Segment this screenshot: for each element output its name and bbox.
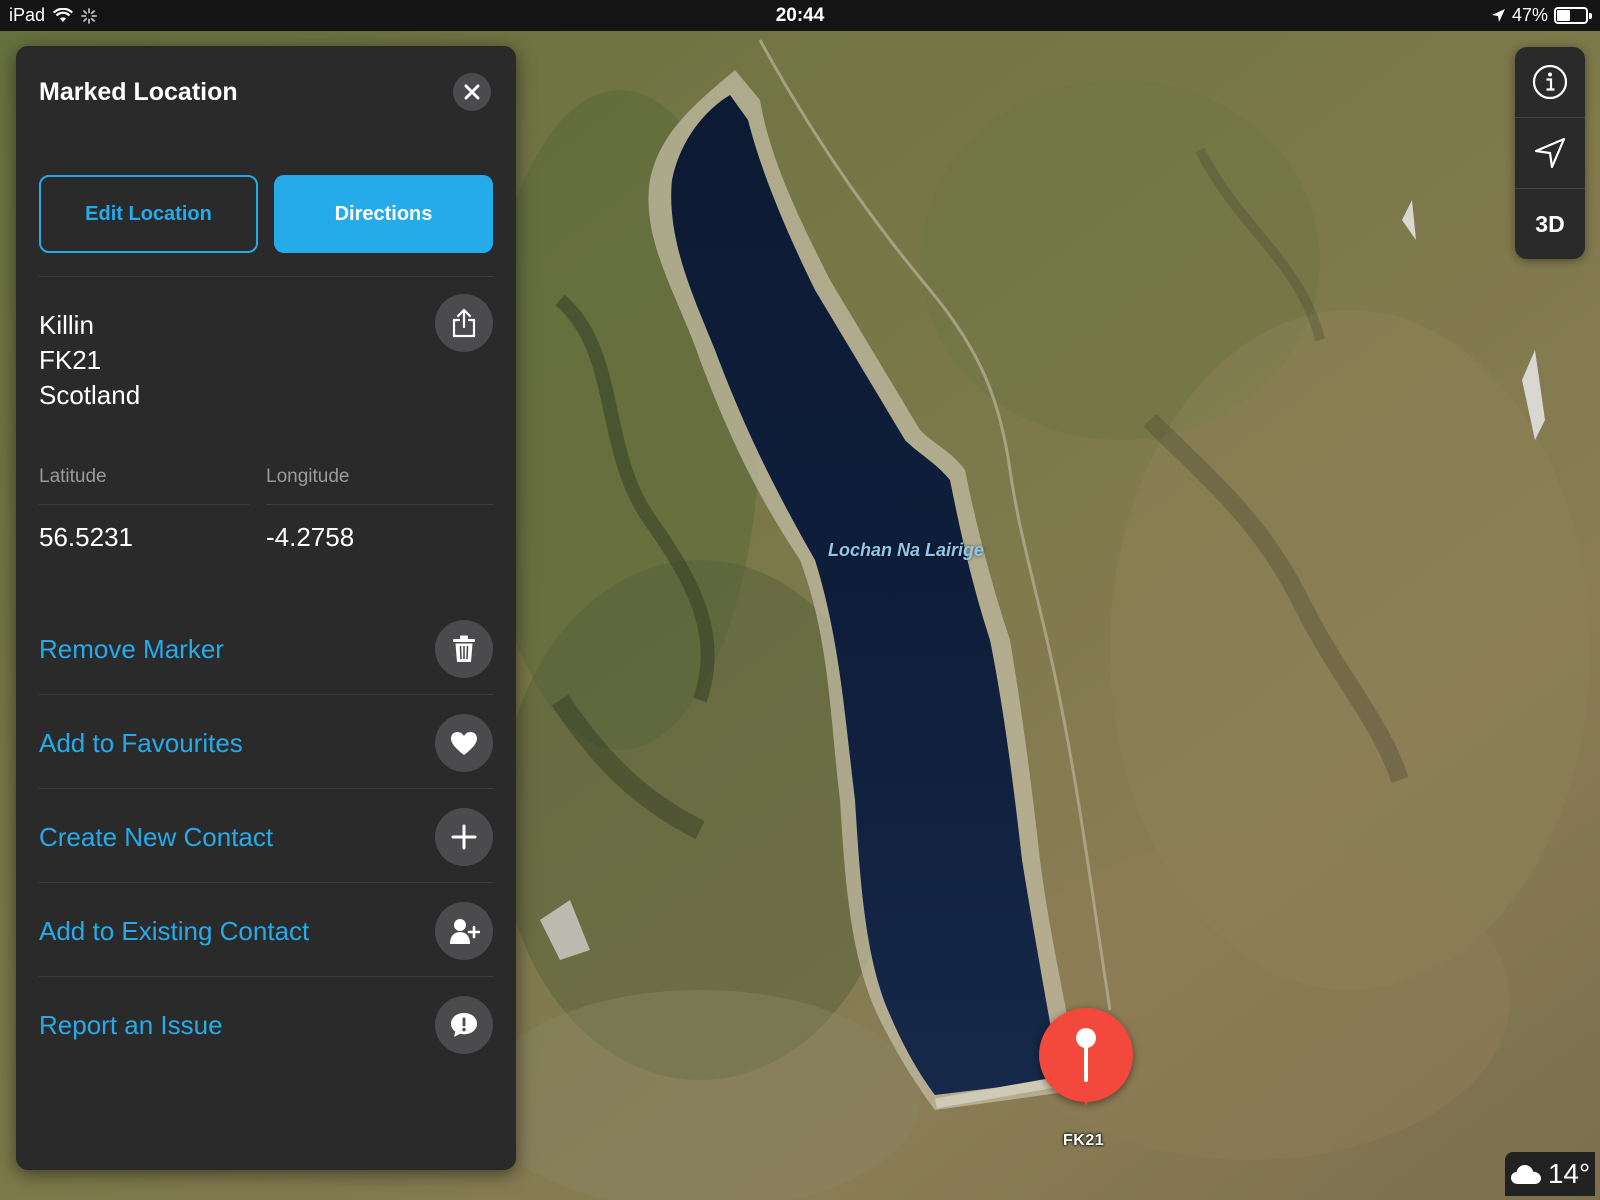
info-button[interactable] (1515, 47, 1585, 117)
share-button[interactable] (435, 294, 493, 352)
add-person-icon (450, 919, 480, 944)
marked-location-panel: Marked Location Edit Location Directions… (16, 46, 516, 1170)
location-arrow-icon (1534, 137, 1566, 169)
pin-tail (1078, 1086, 1094, 1106)
report-an-issue-icon-button[interactable] (435, 996, 493, 1054)
track-location-button[interactable] (1515, 118, 1585, 188)
divider (39, 882, 493, 883)
battery-percent: 47% (1511, 5, 1548, 25)
latitude-divider (39, 504, 249, 505)
weather-badge: 14° (1505, 1152, 1595, 1196)
divider (39, 276, 493, 277)
3d-view-button[interactable]: 3D (1515, 189, 1585, 259)
battery-icon (1554, 7, 1592, 24)
map-controls: 3D (1515, 47, 1585, 259)
longitude-value: -4.2758 (266, 522, 355, 552)
directions-button[interactable]: Directions (274, 175, 493, 253)
create-new-contact-button[interactable]: Create New Contact (39, 822, 273, 853)
plus-icon (451, 824, 477, 850)
add-to-existing-contact-icon-button[interactable] (435, 902, 493, 960)
trash-icon (453, 635, 475, 662)
latitude-label: Latitude (39, 466, 107, 487)
exclamation-bubble-icon (451, 1013, 477, 1037)
lake-label: Lochan Na Lairige (828, 540, 985, 560)
battery-tip (1589, 13, 1592, 19)
address-line-country: Scotland (39, 380, 141, 410)
cloud-icon (1510, 1165, 1541, 1184)
temperature: 14° (1547, 1158, 1591, 1189)
divider (39, 788, 493, 789)
latitude-value: 56.5231 (39, 522, 133, 552)
share-icon (452, 308, 476, 338)
battery-fill (1557, 10, 1571, 21)
pin-label: FK21 (1063, 1132, 1105, 1149)
create-new-contact-icon-button[interactable] (435, 808, 493, 866)
heart-icon (451, 731, 477, 755)
remove-marker-button[interactable]: Remove Marker (39, 634, 224, 665)
divider (39, 694, 493, 695)
panel-title: Marked Location (39, 78, 238, 106)
add-to-favourites-icon-button[interactable] (435, 714, 493, 772)
location-pin[interactable] (1039, 1008, 1133, 1132)
longitude-label: Longitude (266, 466, 350, 487)
longitude-divider (266, 504, 493, 505)
address-line-postcode: FK21 (39, 345, 102, 375)
add-to-existing-contact-button[interactable]: Add to Existing Contact (39, 916, 309, 947)
location-services-icon (1491, 9, 1505, 22)
report-an-issue-button[interactable]: Report an Issue (39, 1010, 223, 1041)
address-line-city: Killin (39, 310, 94, 340)
remove-marker-icon-button[interactable] (435, 620, 493, 678)
pin-icon-needle (1084, 1044, 1088, 1082)
status-bar: iPad 20:44 47% (0, 0, 1600, 31)
close-icon (464, 84, 480, 100)
close-button[interactable] (453, 73, 491, 111)
divider (39, 976, 493, 977)
add-to-favourites-button[interactable]: Add to Favourites (39, 728, 243, 759)
info-icon (1532, 64, 1568, 100)
edit-location-button[interactable]: Edit Location (39, 175, 258, 253)
clock: 20:44 (775, 5, 825, 26)
address-block: Killin FK21 Scotland (39, 308, 140, 413)
